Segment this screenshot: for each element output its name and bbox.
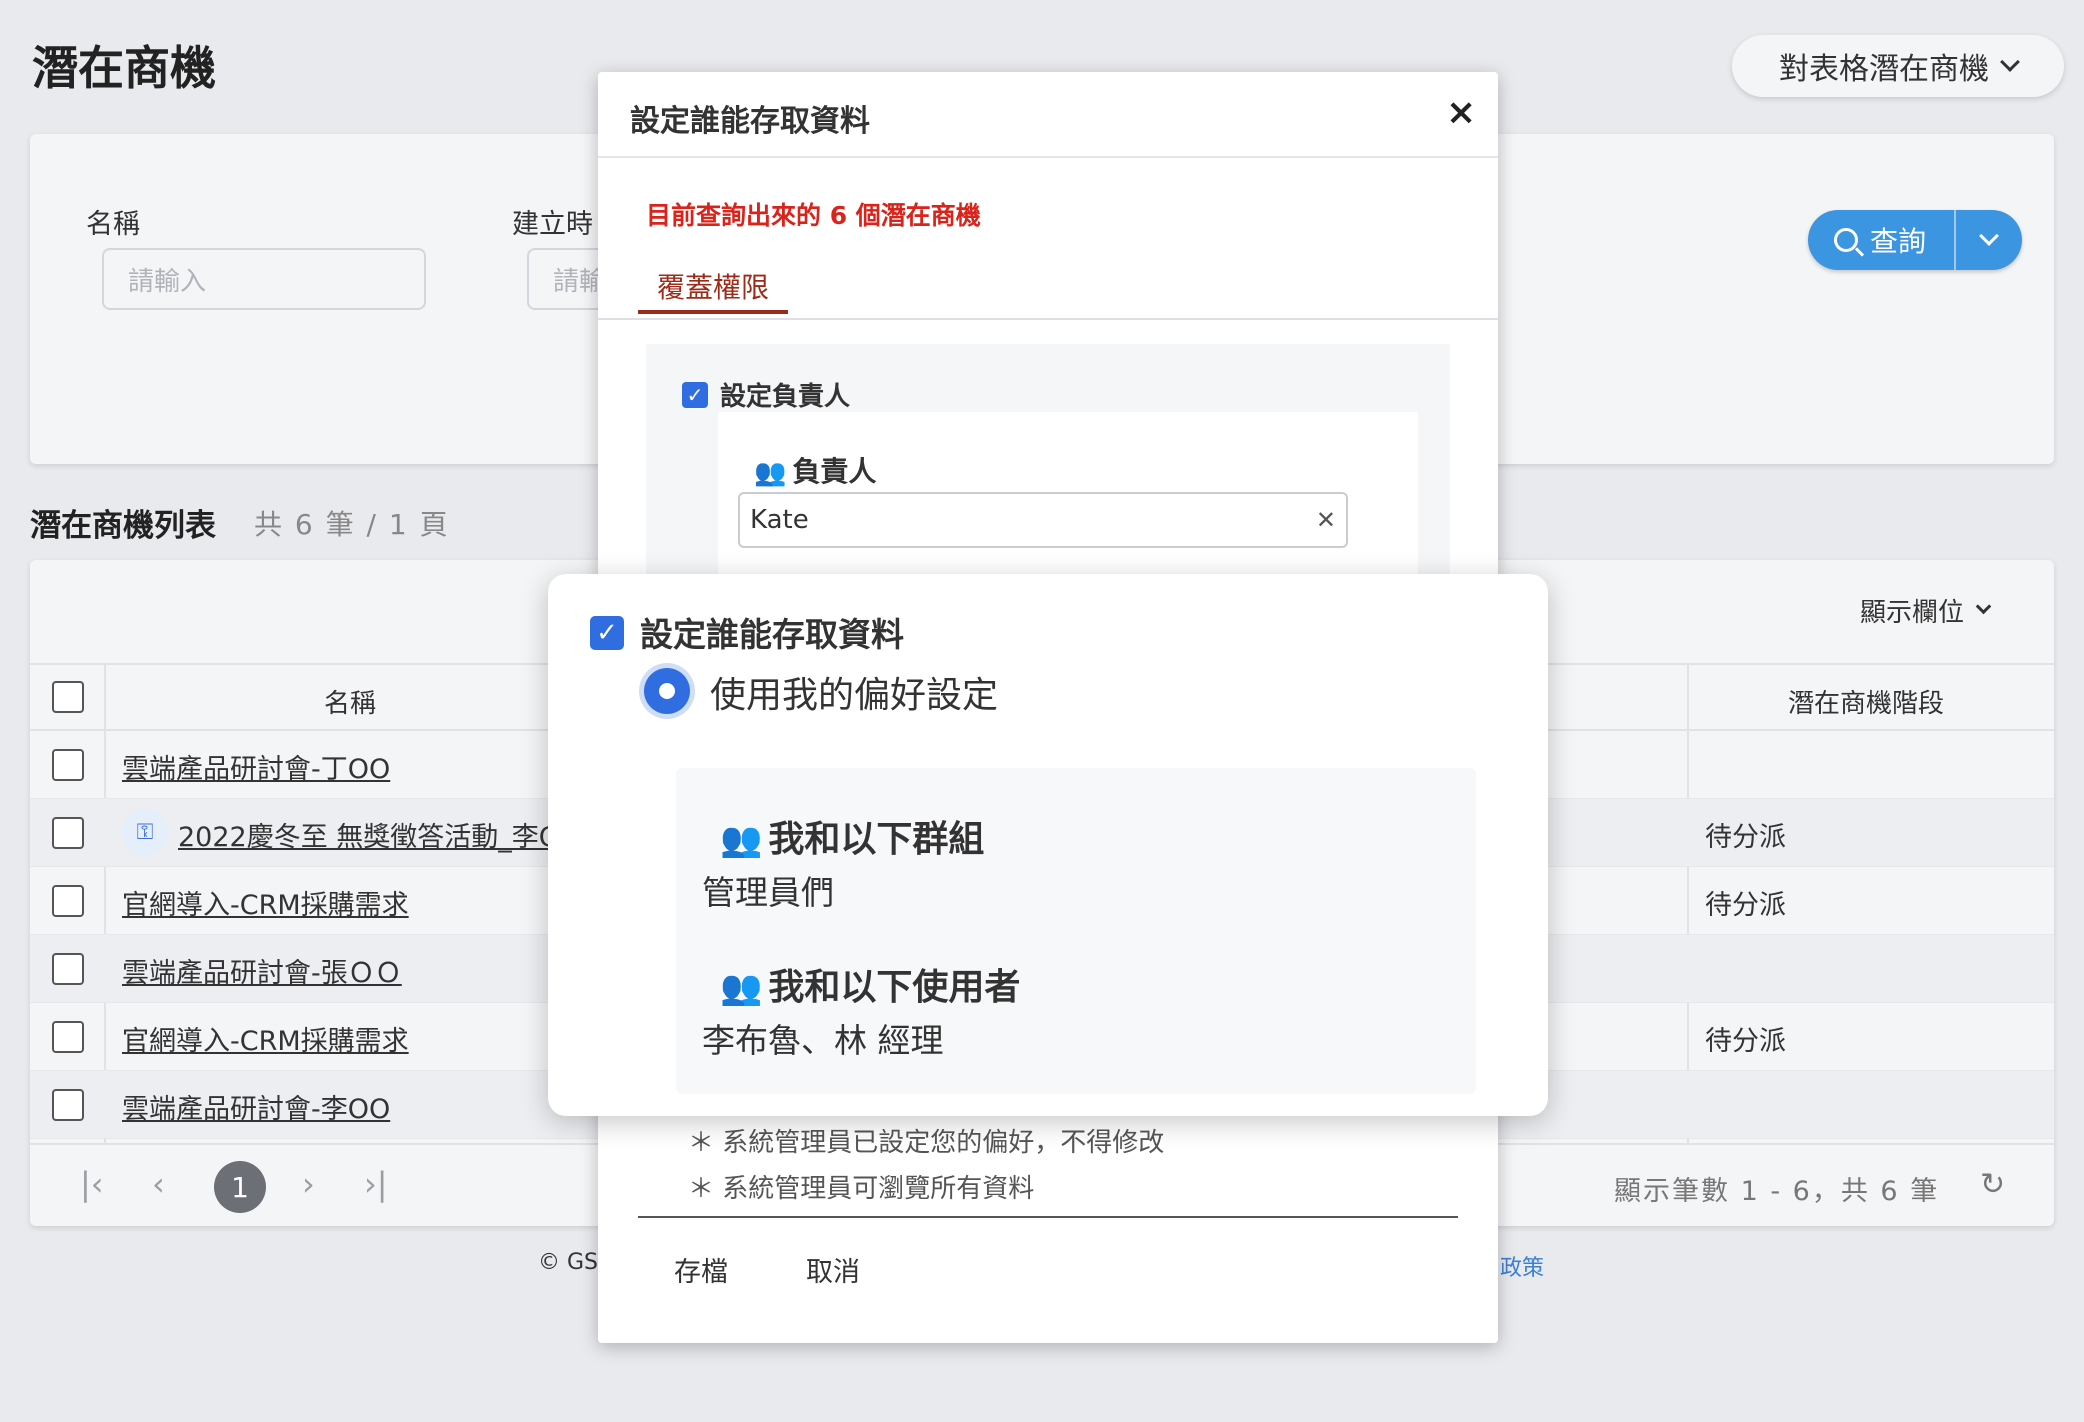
set-owner-checkbox[interactable]: ✓ <box>682 382 708 408</box>
use-preference-label: 使用我的偏好設定 <box>710 675 999 716</box>
search-icon <box>1834 228 1858 252</box>
modal-title: 設定誰能存取資料 <box>630 104 870 139</box>
set-owner-label: 設定負責人 <box>720 382 851 412</box>
chevron-down-icon <box>2000 52 2020 72</box>
owner-select-value: Kate <box>750 505 809 535</box>
owner-select[interactable]: Kate ✕ <box>738 492 1348 548</box>
column-header-name[interactable]: 名稱 <box>324 683 376 720</box>
chevron-down-icon <box>1975 598 1992 615</box>
last-page-icon[interactable]: ›| <box>364 1165 388 1203</box>
row-name-link[interactable]: 雲端產品研討會-丁OO <box>122 747 390 786</box>
chevron-down-icon <box>1979 226 1999 246</box>
search-button-label: 查詢 <box>1870 225 1927 258</box>
row-name-link[interactable]: 雲端產品研討會-李OO <box>122 1087 390 1126</box>
row-stage: 待分派 <box>1705 890 1786 921</box>
page-title: 潛在商機 <box>32 41 216 95</box>
page-number-button[interactable]: 1 <box>214 1161 266 1213</box>
row-stage: 待分派 <box>1705 1026 1786 1057</box>
table-opportunity-dropdown[interactable]: 對表格潛在商機 <box>1732 35 2064 97</box>
modal-note-text: 系統管理員可瀏覽所有資料 <box>722 1174 1035 1204</box>
row-checkbox[interactable] <box>52 885 84 917</box>
access-callout: ✓ 設定誰能存取資料 使用我的偏好設定 👥 我和以下群組 管理員們 👥 我和以下使用… <box>548 574 1548 1116</box>
list-count: 共 6 筆 / 1 頁 <box>254 508 450 541</box>
owner-field-label: 👥 負責人 <box>754 450 876 490</box>
cancel-button[interactable]: 取消 <box>806 1250 860 1289</box>
row-name-link[interactable]: 官網導入-CRM採購需求 <box>122 883 409 922</box>
footer-copyright: © GS <box>538 1250 599 1275</box>
users-heading-text: 我和以下使用者 <box>768 967 1021 1008</box>
pagination-info: 顯示筆數 1 - 6，共 6 筆 <box>1614 1176 1940 1207</box>
display-columns-dropdown[interactable]: 顯示欄位 <box>1860 592 1992 629</box>
row-name-link[interactable]: 官網導入-CRM採購需求 <box>122 1019 409 1058</box>
modal-note: ＊ 系統管理員可瀏覽所有資料 <box>688 1174 1035 1204</box>
tab-divider <box>598 318 1498 320</box>
group-icon: 👥 <box>720 968 763 1008</box>
row-name-link[interactable]: 雲端產品研討會-張ＯＯ <box>122 951 402 990</box>
groups-value: 管理員們 <box>702 873 834 912</box>
row-name-link[interactable]: 2022慶冬至 無獎徵答活動_李O <box>178 815 560 854</box>
users-value: 李布魯、林 經理 <box>702 1021 944 1060</box>
row-checkbox[interactable] <box>52 1021 84 1053</box>
row-stage: 待分派 <box>1705 822 1786 853</box>
created-filter-label: 建立時 <box>512 209 593 240</box>
list-title: 潛在商機列表 <box>30 508 216 544</box>
groups-heading: 👥 我和以下群組 <box>720 810 984 862</box>
select-all-checkbox[interactable] <box>52 681 84 713</box>
modal-note-text: 系統管理員已設定您的偏好，不得修改 <box>722 1128 1165 1158</box>
search-button-main[interactable]: 查詢 <box>1808 210 1956 270</box>
table-opportunity-dropdown-label: 對表格潛在商機 <box>1779 52 1989 87</box>
group-icon: 👥 <box>720 820 763 860</box>
prev-page-icon[interactable]: ‹ <box>152 1165 165 1203</box>
modal-header: 設定誰能存取資料 × <box>598 72 1498 158</box>
search-options-toggle[interactable] <box>1956 226 2022 246</box>
use-preference-radio[interactable] <box>644 668 690 714</box>
groups-heading-text: 我和以下群組 <box>768 819 985 860</box>
footer-policy-link[interactable]: 政策 <box>1500 1250 1544 1282</box>
row-checkbox[interactable] <box>52 817 84 849</box>
query-warning: 目前查詢出來的 6 個潛在商機 <box>646 201 981 230</box>
column-header-stage[interactable]: 潛在商機階段 <box>1788 683 1944 720</box>
users-heading: 👥 我和以下使用者 <box>720 958 1020 1010</box>
owner-field-label-text: 負責人 <box>792 455 877 488</box>
save-button[interactable]: 存檔 <box>674 1250 728 1289</box>
row-checkbox[interactable] <box>52 749 84 781</box>
name-filter-input[interactable]: 請輸入 <box>102 248 426 310</box>
group-icon: 👥 <box>754 458 787 488</box>
name-filter-label: 名稱 <box>86 209 140 240</box>
first-page-icon[interactable]: |‹ <box>80 1165 104 1203</box>
clear-icon[interactable]: ✕ <box>1316 506 1336 534</box>
next-page-icon[interactable]: › <box>302 1165 315 1203</box>
modal-divider <box>638 1216 1458 1218</box>
set-access-checkbox[interactable]: ✓ <box>590 616 624 650</box>
modal-note: ＊ 系統管理員已設定您的偏好，不得修改 <box>688 1128 1165 1158</box>
set-access-label: 設定誰能存取資料 <box>640 615 904 654</box>
close-icon[interactable]: × <box>1446 92 1476 133</box>
row-checkbox[interactable] <box>52 1089 84 1121</box>
tab-override-permissions[interactable]: 覆蓋權限 <box>638 266 788 314</box>
shared-lock-icon: ⚿ <box>122 809 168 855</box>
row-checkbox[interactable] <box>52 953 84 985</box>
refresh-icon[interactable]: ↻ <box>1980 1167 2005 1202</box>
display-columns-label: 顯示欄位 <box>1860 598 1965 628</box>
search-button[interactable]: 查詢 <box>1808 210 2022 270</box>
